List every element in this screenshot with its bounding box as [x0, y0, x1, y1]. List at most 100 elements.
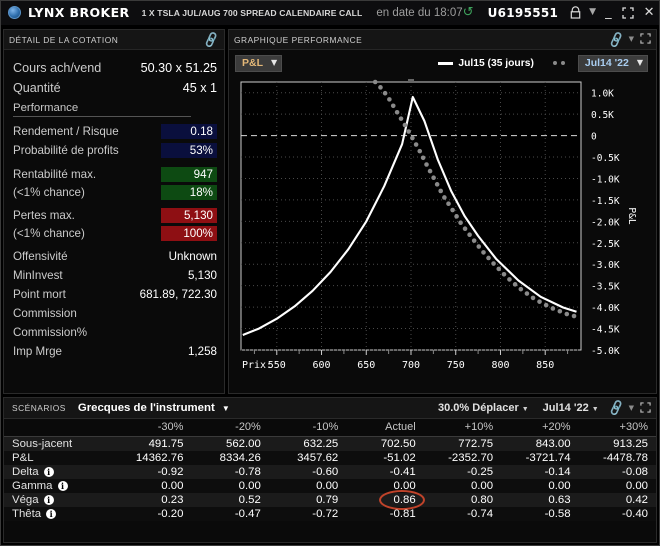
- x-axis-tick-label: 600: [312, 360, 330, 371]
- table-cell: -0.14: [501, 465, 579, 479]
- table-cell: -0.60: [268, 465, 347, 479]
- quote-detail-body: Cours ach/vend 50.30 x 51.25 Quantité 45…: [4, 50, 224, 393]
- table-cell: 0.00: [191, 479, 269, 493]
- row-label-gamma: Gamma i: [4, 479, 114, 493]
- table-cell: -0.78: [191, 465, 269, 479]
- y-axis-tick-label: 1.0K: [591, 89, 614, 100]
- lock-icon[interactable]: [570, 6, 581, 19]
- account-number[interactable]: U6195551: [488, 6, 559, 20]
- chevron-down-icon: ▼: [591, 406, 599, 413]
- perf-row-imp-mrge: Imp Mrge 1,258: [13, 342, 217, 361]
- legend-label: Jul15 (35 jours): [458, 57, 534, 69]
- y-axis-tick-label: -2.0K: [591, 217, 620, 228]
- scenarios-header: SCÉNARIOS Grecques de l'instrument ▼ 30.…: [4, 398, 656, 419]
- table-cell: 0.00: [423, 479, 502, 493]
- chevron-down-icon[interactable]: ▼: [629, 404, 634, 412]
- scenarios-date-dropdown[interactable]: Jul14 '22 ▼: [543, 402, 599, 414]
- upper-region: DÉTAIL DE LA COTATION 🔗 Cours ach/vend 5…: [0, 26, 660, 394]
- table-cell: -4478.78: [578, 451, 656, 465]
- table-cell: 8334.26: [191, 451, 269, 465]
- perf-row-pertes-max: Pertes max. 5,130: [13, 206, 217, 224]
- minimize-icon[interactable]: _: [605, 6, 612, 19]
- info-icon[interactable]: i: [43, 466, 54, 477]
- perf-row-rentabilite-chance: (<1% chance) 18%: [13, 183, 217, 201]
- refresh-icon[interactable]: ↺: [463, 6, 474, 19]
- chart-plot-area[interactable]: 1.0K 0.5K 0 -0.5K -1.0K -1.5K -2.0K -2.5K -3.0K -…: [229, 76, 657, 394]
- x-axis-tick-label: 750: [447, 360, 465, 371]
- table-cell: 0.63: [501, 493, 579, 507]
- perf-row-probabilite-profits: Probabilité de profits 53%: [13, 141, 217, 160]
- expand-icon[interactable]: [640, 33, 651, 46]
- globe-icon: [8, 6, 21, 19]
- perf-row-label: Offensivité: [13, 250, 68, 263]
- info-icon[interactable]: i: [57, 480, 68, 491]
- info-icon[interactable]: i: [43, 494, 54, 505]
- perf-row-label: Probabilité de profits: [13, 144, 119, 157]
- perf-row-value: 18%: [161, 184, 217, 200]
- perf-row-label: Commission%: [13, 326, 88, 339]
- perf-row-rendement-risque: Rendement / Risque 0.18: [13, 122, 217, 141]
- legend-solid-swatch: [438, 61, 454, 65]
- table-cell: -3721.74: [501, 451, 579, 465]
- chart-legend: Jul15 (35 jours) Jul14 '22 ▼: [438, 54, 648, 72]
- table-cell: -0.40: [578, 507, 656, 521]
- chevron-down-icon: ▼: [521, 406, 529, 413]
- y-axis-tick-label: -2.5K: [591, 239, 620, 250]
- row-label-sousjacent: Sous-jacent: [4, 436, 114, 451]
- table-cell: -0.20: [114, 507, 192, 521]
- perf-row-pertes-chance: (<1% chance) 100%: [13, 224, 217, 242]
- metric-dropdown[interactable]: P&L ▼: [235, 54, 283, 72]
- perf-row-label: (<1% chance): [13, 185, 85, 199]
- info-icon[interactable]: i: [46, 508, 57, 519]
- link-icon[interactable]: 🔗: [607, 30, 626, 48]
- chevron-down-icon[interactable]: ▼: [629, 36, 634, 43]
- table-cell: 843.00: [501, 436, 579, 451]
- legend-dotted-swatch: [552, 61, 565, 65]
- perf-row-point-mort: Point mort 681.89, 722.30: [13, 285, 217, 304]
- table-col-header-blank: [4, 419, 114, 437]
- table-cell: 913.25: [578, 436, 656, 451]
- close-icon[interactable]: ✕: [644, 6, 655, 19]
- x-axis-tick-label: 850: [536, 360, 554, 371]
- expand-icon[interactable]: [640, 401, 651, 415]
- table-cell: 0.00: [346, 479, 424, 493]
- performance-chart-panel: GRAPHIQUE PERFORMANCE 🔗 ▼ P&L ▼ Jul15 (3…: [228, 29, 657, 394]
- table-header-row: -30% -20% -10% Actuel +10% +20% +30%: [4, 419, 656, 437]
- link-icon[interactable]: 🔗: [202, 30, 221, 48]
- perf-row-value: 681.89, 722.30: [139, 288, 217, 301]
- y-axis-tick-label: -3.0K: [591, 260, 620, 271]
- table-cell: 0.52: [191, 493, 269, 507]
- scenarios-selector[interactable]: Grecques de l'instrument ▼: [78, 402, 230, 414]
- quote-row-bidask: Cours ach/vend 50.30 x 51.25: [13, 58, 217, 78]
- table-row: P&L 14362.76 8334.26 3457.62 -51.02 -2352.70-…: [4, 451, 656, 465]
- quote-row-value: 45 x 1: [182, 81, 217, 95]
- table-cell: 562.00: [191, 436, 269, 451]
- performance-chart-svg[interactable]: 1.0K 0.5K 0 -0.5K -1.0K -1.5K -2.0K -2.5K -3.0K -…: [235, 76, 657, 394]
- perf-row-value: 5,130: [187, 269, 217, 282]
- perf-row-value: 5,130: [161, 207, 217, 223]
- contract-description: 1 X TSLA JUL/AUG 700 SPREAD CALENDAIRE C…: [141, 7, 363, 18]
- table-cell: 14362.76: [114, 451, 192, 465]
- table-row: Véga i 0.23 0.52 0.79 0.86 0.80 0.63 0.42: [4, 490, 656, 510]
- table-cell: 0.00: [268, 479, 347, 493]
- as-of-time: en date du 18:07: [376, 6, 463, 19]
- shift-dropdown-label: 30.0% Déplacer: [438, 402, 519, 414]
- date-dropdown[interactable]: Jul14 '22 ▼: [577, 54, 648, 72]
- table-cell: -2352.70: [423, 451, 502, 465]
- shift-dropdown[interactable]: 30.0% Déplacer ▼: [438, 402, 529, 414]
- chevron-down-icon[interactable]: ▼: [589, 8, 596, 17]
- table-cell: 0.23: [114, 493, 192, 507]
- table-cell: 3457.62: [268, 451, 347, 465]
- quote-panel-title: DÉTAIL DE LA COTATION: [9, 34, 119, 45]
- perf-row-mininvest: MinInvest 5,130: [13, 266, 217, 285]
- perf-row-value: 1,258: [187, 345, 217, 358]
- table-cell: -0.81: [346, 507, 424, 521]
- link-icon[interactable]: 🔗: [607, 399, 626, 417]
- y-axis-tick-label: -0.5K: [591, 153, 620, 164]
- maximize-icon[interactable]: [621, 6, 634, 19]
- table-cell: 491.75: [114, 436, 192, 451]
- chart-toolbar: P&L ▼ Jul15 (35 jours) Jul14 '22 ▼: [229, 50, 656, 76]
- lower-region: SCÉNARIOS Grecques de l'instrument ▼ 30.…: [0, 394, 660, 546]
- table-row: Delta i -0.92 -0.78 -0.60 -0.41 -0.25 -0.14 -0.0…: [4, 465, 656, 479]
- perf-row-label: (<1% chance): [13, 226, 85, 240]
